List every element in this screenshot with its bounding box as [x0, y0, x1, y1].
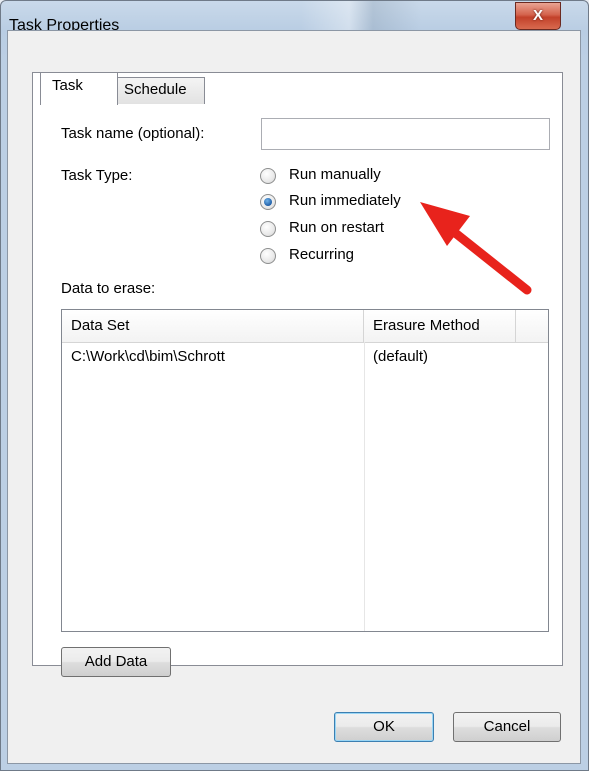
- tab-task-label: Task: [52, 77, 83, 94]
- arrow-shaft: [444, 223, 532, 295]
- tab-task[interactable]: Task: [40, 72, 118, 105]
- annotation-arrow-icon: [420, 202, 532, 295]
